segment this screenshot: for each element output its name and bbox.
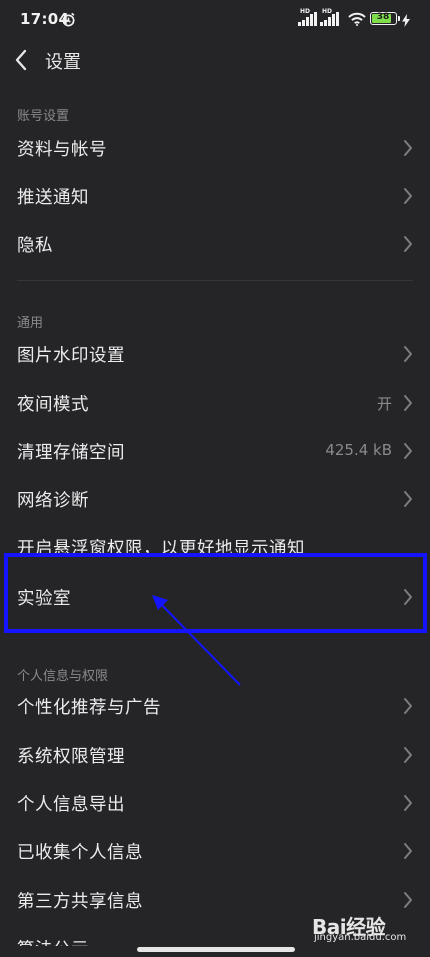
baidu-watermark-url: jingyan.baidu.com: [314, 932, 407, 943]
home-indicator[interactable]: [137, 947, 295, 952]
settings-screen: 17:04 HD HD 38 设置 账号设置 资料与帐号 推送通知 隐私 通用 …: [0, 0, 430, 957]
annotation-arrow: [152, 595, 241, 686]
